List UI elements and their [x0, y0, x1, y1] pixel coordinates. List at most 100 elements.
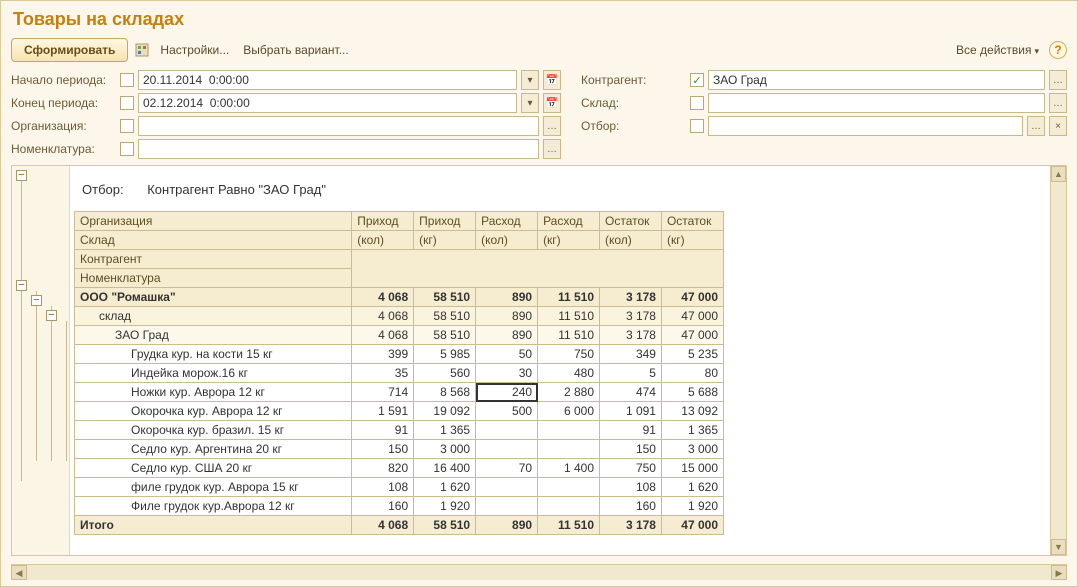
cell[interactable]: 820: [352, 459, 414, 478]
selection-select[interactable]: …: [1027, 116, 1045, 136]
cell[interactable]: 70: [476, 459, 538, 478]
cell[interactable]: 1 365: [661, 421, 723, 440]
cell[interactable]: [538, 421, 600, 440]
cell[interactable]: [538, 440, 600, 459]
row-label[interactable]: Филе грудок кур.Аврора 12 кг: [75, 497, 352, 516]
table-row[interactable]: Окорочка кур. Аврора 12 кг1 59119 092500…: [75, 402, 724, 421]
header-dim[interactable]: Склад: [75, 231, 352, 250]
cell[interactable]: 30: [476, 364, 538, 383]
cell[interactable]: 5 985: [414, 345, 476, 364]
selection-clear[interactable]: ×: [1049, 116, 1067, 136]
tree-collapse-l1[interactable]: −: [31, 295, 42, 306]
header-measure-sub-3[interactable]: (кг): [538, 231, 600, 250]
cell[interactable]: 13 092: [661, 402, 723, 421]
table-row[interactable]: Ножки кур. Аврора 12 кг7148 5682402 8804…: [75, 383, 724, 402]
table-row[interactable]: филе грудок кур. Аврора 15 кг1081 620108…: [75, 478, 724, 497]
cell[interactable]: 750: [600, 459, 662, 478]
cell[interactable]: 160: [600, 497, 662, 516]
warehouse-check[interactable]: [690, 96, 704, 110]
row-label[interactable]: Ножки кур. Аврора 12 кг: [75, 383, 352, 402]
header-dim[interactable]: Номенклатура: [75, 269, 352, 288]
tree-collapse-root[interactable]: −: [16, 170, 27, 181]
warehouse-input[interactable]: [708, 93, 1045, 113]
cell[interactable]: 47 000: [661, 288, 723, 307]
header-measure-0[interactable]: Приход: [352, 212, 414, 231]
cell[interactable]: [476, 478, 538, 497]
cell[interactable]: 500: [476, 402, 538, 421]
cell[interactable]: 91: [352, 421, 414, 440]
cell[interactable]: 80: [661, 364, 723, 383]
cell[interactable]: 474: [600, 383, 662, 402]
period-start-calendar[interactable]: 📅: [543, 70, 561, 90]
scroll-up-arrow[interactable]: ▲: [1051, 166, 1066, 182]
cell[interactable]: [476, 497, 538, 516]
header-measure-sub-5[interactable]: (кг): [661, 231, 723, 250]
cell[interactable]: 1 400: [538, 459, 600, 478]
settings-link[interactable]: Настройки...: [156, 41, 233, 59]
header-dim[interactable]: Контрагент: [75, 250, 352, 269]
cell[interactable]: 160: [352, 497, 414, 516]
cell[interactable]: 16 400: [414, 459, 476, 478]
cell[interactable]: 3 178: [600, 326, 662, 345]
table-row[interactable]: Седло кур. Аргентина 20 кг1503 0001503 0…: [75, 440, 724, 459]
header-measure-sub-2[interactable]: (кол): [476, 231, 538, 250]
cell[interactable]: 1 591: [352, 402, 414, 421]
cell[interactable]: 4 068: [352, 307, 414, 326]
cell[interactable]: 47 000: [661, 307, 723, 326]
cell[interactable]: 58 510: [414, 307, 476, 326]
table-row[interactable]: Индейка морож.16 кг3556030480580: [75, 364, 724, 383]
header-measure-sub-0[interactable]: (кол): [352, 231, 414, 250]
cell[interactable]: 58 510: [414, 288, 476, 307]
cell[interactable]: 11 510: [538, 326, 600, 345]
cell[interactable]: 1 920: [414, 497, 476, 516]
cell[interactable]: 6 000: [538, 402, 600, 421]
period-end-calendar[interactable]: 📅: [543, 93, 561, 113]
table-row[interactable]: ЗАО Град4 06858 51089011 5103 17847 000: [75, 326, 724, 345]
tree-collapse-l2[interactable]: −: [46, 310, 57, 321]
period-end-input[interactable]: [138, 93, 517, 113]
cell[interactable]: 108: [352, 478, 414, 497]
cell[interactable]: 2 880: [538, 383, 600, 402]
cell[interactable]: 4 068: [352, 288, 414, 307]
cell[interactable]: 47 000: [661, 326, 723, 345]
cell[interactable]: 3 178: [600, 288, 662, 307]
cell[interactable]: 5 688: [661, 383, 723, 402]
cell[interactable]: 240: [476, 383, 538, 402]
cell[interactable]: 349: [600, 345, 662, 364]
row-label[interactable]: склад: [75, 307, 352, 326]
header-measure-2[interactable]: Расход: [476, 212, 538, 231]
cell[interactable]: 5: [600, 364, 662, 383]
table-row[interactable]: Грудка кур. на кости 15 кг3995 985507503…: [75, 345, 724, 364]
table-row[interactable]: Окорочка кур. бразил. 15 кг911 365911 36…: [75, 421, 724, 440]
contractor-check[interactable]: ✓: [690, 73, 704, 87]
organization-input[interactable]: [138, 116, 539, 136]
period-start-check[interactable]: [120, 73, 134, 87]
cell[interactable]: [538, 478, 600, 497]
header-measure-5[interactable]: Остаток: [661, 212, 723, 231]
contractor-select[interactable]: …: [1049, 70, 1067, 90]
cell[interactable]: 91: [600, 421, 662, 440]
cell[interactable]: 150: [600, 440, 662, 459]
cell[interactable]: 8 568: [414, 383, 476, 402]
selection-check[interactable]: [690, 119, 704, 133]
row-label[interactable]: ООО "Ромашка": [75, 288, 352, 307]
header-measure-sub-4[interactable]: (кол): [600, 231, 662, 250]
cell[interactable]: 58 510: [414, 326, 476, 345]
cell[interactable]: 1 091: [600, 402, 662, 421]
cell[interactable]: 35: [352, 364, 414, 383]
cell[interactable]: 3 000: [661, 440, 723, 459]
cell[interactable]: [476, 440, 538, 459]
tree-collapse-l0[interactable]: −: [16, 280, 27, 291]
cell[interactable]: 15 000: [661, 459, 723, 478]
period-end-check[interactable]: [120, 96, 134, 110]
contractor-input[interactable]: [708, 70, 1045, 90]
table-row[interactable]: ООО "Ромашка"4 06858 51089011 5103 17847…: [75, 288, 724, 307]
scroll-down-arrow[interactable]: ▼: [1051, 539, 1066, 555]
total-row[interactable]: Итого4 06858 51089011 5103 17847 000: [75, 516, 724, 535]
cell[interactable]: 11 510: [538, 307, 600, 326]
period-end-dropdown[interactable]: ▾: [521, 93, 539, 113]
cell[interactable]: 890: [476, 326, 538, 345]
cell[interactable]: 4 068: [352, 326, 414, 345]
cell[interactable]: 480: [538, 364, 600, 383]
row-label[interactable]: Седло кур. США 20 кг: [75, 459, 352, 478]
